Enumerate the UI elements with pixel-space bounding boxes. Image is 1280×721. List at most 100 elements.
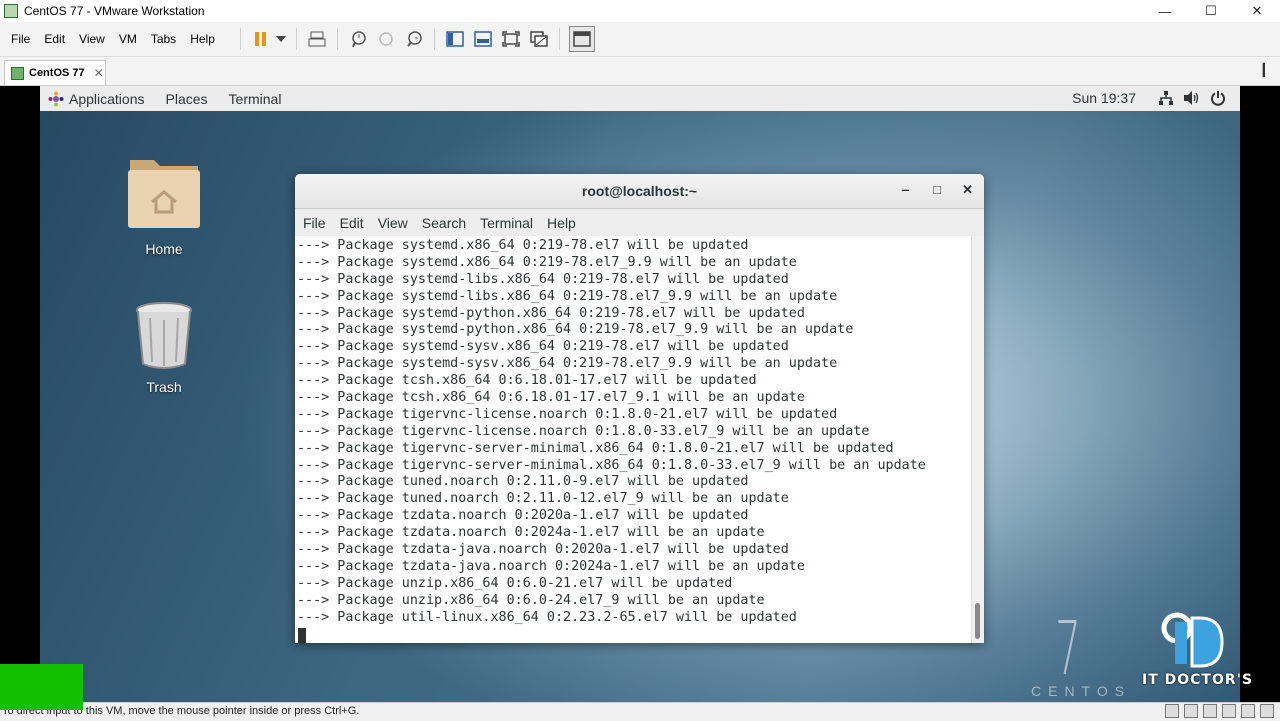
trash-label: Trash: [146, 379, 182, 395]
tab-label: CentOS 77: [29, 67, 85, 79]
toolbar-separator: [295, 28, 297, 50]
tab-scroll-icon[interactable]: ▎: [1263, 63, 1272, 77]
guest-desktop[interactable]: Applications Places Terminal Sun 19:37 H…: [40, 86, 1240, 702]
terminal-line: ---> Package tigervnc-server-minimal.x86…: [297, 440, 894, 456]
vm-tab-strip: CentOS 77 ✕ ▎: [0, 57, 1280, 86]
maximize-button[interactable]: ☐: [1188, 0, 1234, 22]
home-label: Home: [145, 241, 183, 257]
terminal-line: ---> Package util-linux.x86_64 0:2.23.2-…: [297, 609, 797, 625]
terminal-minimize-button[interactable]: ‒: [902, 182, 909, 197]
menu-edit[interactable]: Edit: [37, 32, 72, 46]
network-icon[interactable]: [1158, 90, 1174, 109]
terminal-line: ---> Package systemd.x86_64 0:219-78.el7…: [297, 238, 749, 253]
terminal-line: ---> Package systemd-libs.x86_64 0:219-7…: [297, 288, 838, 304]
terminal-line: ---> Package tzdata-java.noarch 0:2020a-…: [297, 542, 789, 558]
home-desktop-icon[interactable]: Home: [109, 154, 219, 257]
terminal-line: ---> Package tzdata.noarch 0:2020a-1.el7…: [297, 508, 749, 524]
hard-disk-icon[interactable]: [1165, 704, 1179, 718]
minimize-button[interactable]: —: [1142, 0, 1188, 22]
terminal-scrollbar[interactable]: [971, 236, 984, 643]
clock[interactable]: Sun 19:37: [1072, 90, 1136, 106]
terminal-line: ---> Package tuned.noarch 0:2.11.0-12.el…: [297, 491, 789, 507]
power-icon[interactable]: [1210, 90, 1226, 109]
applications-icon: [48, 91, 64, 107]
terminal-menu-terminal[interactable]: Terminal: [473, 215, 540, 231]
terminal-close-button[interactable]: ✕: [962, 182, 973, 198]
terminal-line: ---> Package systemd.x86_64 0:219-78.el7…: [297, 254, 797, 270]
snapshot-manager-icon[interactable]: [403, 28, 425, 50]
console-view-icon[interactable]: [444, 28, 466, 50]
terminal-line: ---> Package tzdata-java.noarch 0:2024a-…: [297, 558, 805, 574]
message-log-icon[interactable]: [1260, 704, 1274, 718]
terminal-title: root@localhost:~: [581, 183, 698, 199]
window-title: CentOS 77 - VMware Workstation: [24, 4, 205, 18]
toolbar-separator: [239, 28, 241, 50]
menu-view[interactable]: View: [72, 32, 112, 46]
terminal-maximize-button[interactable]: □: [933, 182, 941, 197]
snapshot-revert-icon[interactable]: [375, 28, 397, 50]
applications-menu[interactable]: Applications: [69, 91, 145, 107]
terminal-line: ---> Package tigervnc-server-minimal.x86…: [297, 457, 926, 473]
terminal-title-bar[interactable]: root@localhost:~ ‒ □ ✕: [295, 174, 984, 209]
pause-icon[interactable]: [250, 28, 272, 50]
terminal-line: ---> Package tcsh.x86_64 0:6.18.01-17.el…: [297, 390, 805, 406]
menu-tabs[interactable]: Tabs: [144, 32, 183, 46]
usb-icon[interactable]: [1222, 704, 1236, 718]
vmware-title-bar: CentOS 77 - VMware Workstation — ☐ ✕: [0, 0, 1280, 22]
device-status-icons: [1160, 704, 1274, 718]
dropdown-arrow-icon[interactable]: [275, 28, 287, 50]
terminal-line: ---> Package tuned.noarch 0:2.11.0-9.el7…: [297, 474, 749, 490]
terminal-menu-search[interactable]: Search: [415, 215, 473, 231]
menu-file[interactable]: File: [0, 32, 37, 46]
centos-version-number: 7: [1055, 606, 1081, 692]
terminal-line: ---> Package systemd-sysv.x86_64 0:219-7…: [297, 339, 789, 355]
vm-icon: [11, 66, 24, 80]
terminal-line: ---> Package unzip.x86_64 0:6.0-21.el7 w…: [297, 575, 733, 591]
trash-icon: [136, 302, 192, 369]
terminal-prompt-line: [297, 626, 972, 643]
cd-drive-icon[interactable]: [1184, 704, 1198, 718]
close-button[interactable]: ✕: [1234, 0, 1280, 22]
terminal-line: ---> Package tigervnc-license.noarch 0:1…: [297, 423, 870, 439]
menu-help[interactable]: Help: [183, 32, 222, 46]
fit-guest-icon[interactable]: [472, 28, 494, 50]
sound-card-icon[interactable]: [1241, 704, 1255, 718]
send-keys-icon[interactable]: [306, 28, 328, 50]
trash-desktop-icon[interactable]: Trash: [109, 298, 219, 395]
green-overlay-box: [0, 664, 83, 710]
thumbnail-icon[interactable]: [568, 26, 595, 52]
toolbar-separator: [433, 28, 435, 50]
vmware-app-icon: [4, 4, 18, 18]
terminal-line: ---> Package systemd-libs.x86_64 0:219-7…: [297, 271, 789, 287]
terminal-cursor: [298, 628, 306, 643]
menu-vm[interactable]: VM: [112, 32, 144, 46]
terminal-line: ---> Package systemd-python.x86_64 0:219…: [297, 322, 854, 338]
terminal-menu-view[interactable]: View: [371, 215, 415, 231]
folder-icon: [128, 160, 200, 228]
tab-centos-77[interactable]: CentOS 77 ✕: [4, 60, 106, 85]
terminal-line: ---> Package systemd-python.x86_64 0:219…: [297, 305, 805, 321]
scrollbar-thumb[interactable]: [975, 603, 980, 639]
full-screen-icon[interactable]: [500, 28, 522, 50]
network-adapter-icon[interactable]: [1203, 704, 1217, 718]
places-menu[interactable]: Places: [166, 91, 208, 107]
snapshot-take-icon[interactable]: [347, 28, 369, 50]
toolbar-separator: [558, 28, 560, 50]
terminal-window: root@localhost:~ ‒ □ ✕ File Edit View Se…: [295, 174, 984, 643]
terminal-menu-help[interactable]: Help: [540, 215, 583, 231]
terminal-line: ---> Package tigervnc-license.noarch 0:1…: [297, 406, 838, 422]
terminal-text: ---> Package systemd.x86_64 0:219-78.el7…: [295, 236, 972, 643]
volume-icon[interactable]: [1183, 90, 1199, 109]
terminal-menu-bar: File Edit View Search Terminal Help: [295, 209, 984, 237]
terminal-line: ---> Package tcsh.x86_64 0:6.18.01-17.el…: [297, 373, 757, 389]
terminal-menu-file[interactable]: File: [295, 215, 333, 231]
terminal-line: ---> Package tzdata.noarch 0:2024a-1.el7…: [297, 525, 765, 541]
terminal-output[interactable]: ---> Package systemd.x86_64 0:219-78.el7…: [295, 236, 972, 643]
tab-close-icon[interactable]: ✕: [94, 66, 104, 80]
vmware-status-bar: To direct input to this VM, move the mou…: [0, 702, 1280, 721]
centos-wordmark: CENTOS: [1031, 683, 1132, 699]
terminal-menu[interactable]: Terminal: [229, 91, 282, 107]
unity-icon[interactable]: [528, 28, 550, 50]
terminal-menu-edit[interactable]: Edit: [333, 215, 371, 231]
terminal-line: ---> Package unzip.x86_64 0:6.0-24.el7_9…: [297, 592, 765, 608]
